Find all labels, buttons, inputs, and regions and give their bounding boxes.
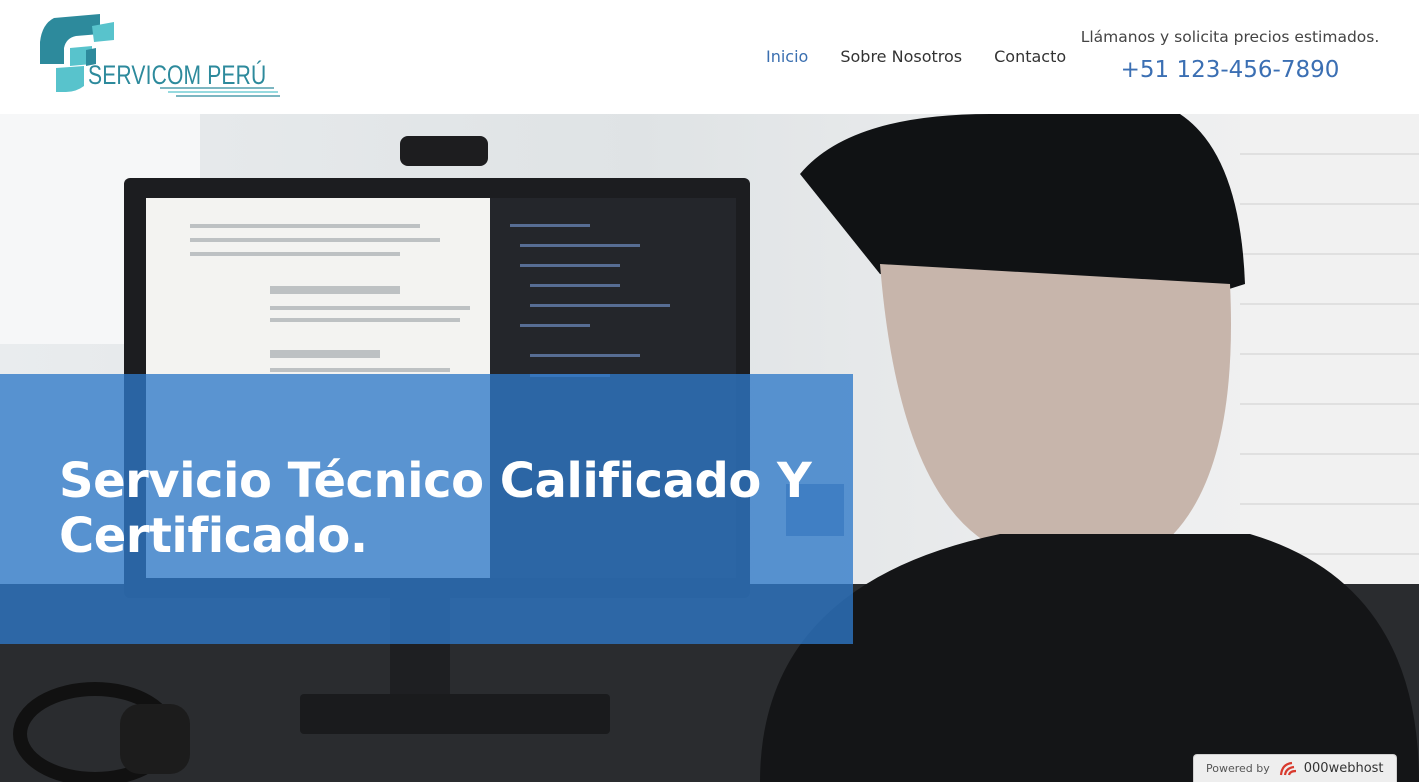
hero-title: Servicio Técnico Calificado Y Certificad… [59, 453, 812, 564]
header-contact: Llámanos y solicita precios estimados. +… [1070, 26, 1390, 84]
nav-item-contacto[interactable]: Contacto [994, 46, 1066, 68]
hero-section: Servicio Técnico Calificado Y Certificad… [0, 114, 1419, 782]
site-header: SERVICOM PERÚ Inicio Sobre Nosotros Cont… [0, 0, 1419, 114]
contact-phone-link[interactable]: +51 123-456-7890 [1070, 56, 1390, 84]
webhost-brand-label: 000webhost [1303, 761, 1384, 776]
site-logo[interactable]: SERVICOM PERÚ [36, 12, 286, 102]
nav-item-inicio[interactable]: Inicio [766, 46, 808, 68]
logo-text: SERVICOM PERÚ [88, 60, 267, 90]
000webhost-logo-icon [1279, 761, 1296, 775]
powered-by-badge[interactable]: Powered by 000webhost [1193, 754, 1397, 782]
powered-by-label: Powered by [1206, 762, 1270, 775]
nav-item-sobre-nosotros[interactable]: Sobre Nosotros [840, 46, 962, 68]
main-nav: Inicio Sobre Nosotros Contacto [766, 46, 1098, 68]
contact-tagline: Llámanos y solicita precios estimados. [1080, 28, 1380, 46]
